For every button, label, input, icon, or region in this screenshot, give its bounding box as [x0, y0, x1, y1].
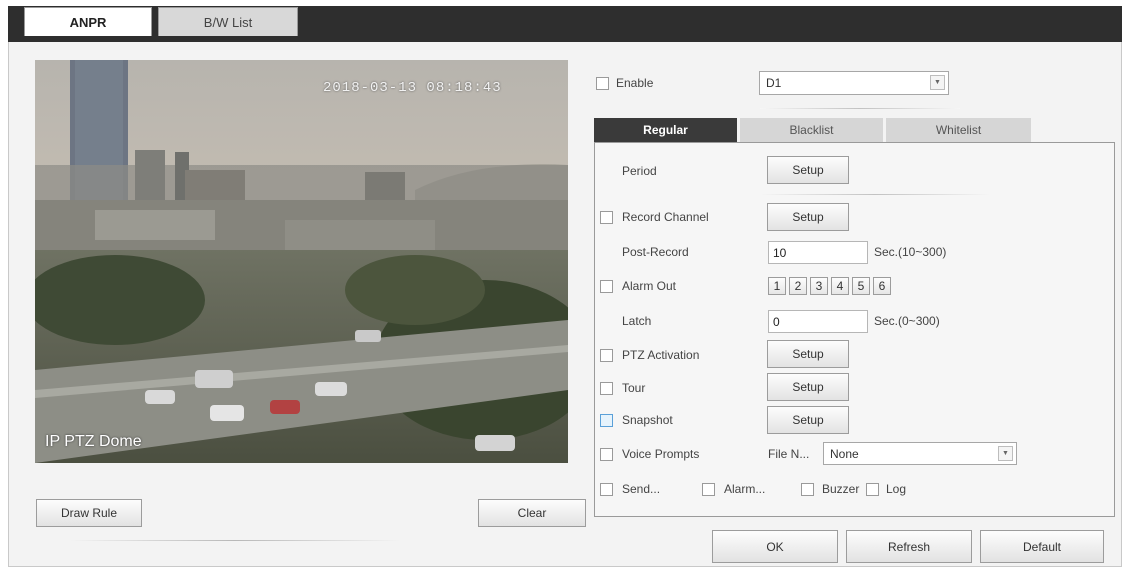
send-label: Send...	[622, 482, 661, 496]
period-label: Period	[622, 164, 657, 178]
enable-checkbox[interactable]	[596, 77, 609, 90]
post-record-input[interactable]: 10	[768, 241, 868, 264]
osd-camera-name: IP PTZ Dome	[45, 433, 142, 450]
alarm-out-label: Alarm Out	[622, 279, 677, 293]
video-frame-image	[35, 60, 568, 463]
enable-label: Enable	[616, 76, 654, 90]
resolution-value: D1	[766, 76, 782, 90]
divider	[760, 194, 990, 195]
send-checkbox[interactable]	[600, 483, 613, 496]
snapshot-checkbox[interactable]	[600, 414, 613, 427]
tab-blacklist[interactable]: Blacklist	[740, 118, 883, 142]
tab-anpr[interactable]: ANPR	[24, 7, 152, 36]
voice-prompts-checkbox[interactable]	[600, 448, 613, 461]
latch-unit: Sec.(0~300)	[874, 314, 940, 328]
resolution-select[interactable]: D1 ▼	[759, 71, 949, 95]
buzzer-checkbox[interactable]	[801, 483, 814, 496]
snapshot-setup-button[interactable]: Setup	[767, 406, 849, 434]
tab-bw-list[interactable]: B/W List	[158, 7, 298, 36]
ptz-activation-setup-button[interactable]: Setup	[767, 340, 849, 368]
record-channel-label: Record Channel	[622, 210, 709, 224]
tab-whitelist[interactable]: Whitelist	[886, 118, 1031, 142]
period-setup-button[interactable]: Setup	[767, 156, 849, 184]
log-label: Log	[886, 482, 907, 496]
chevron-down-icon: ▼	[998, 446, 1013, 461]
post-record-unit: Sec.(10~300)	[874, 245, 947, 259]
tour-setup-button[interactable]: Setup	[767, 373, 849, 401]
refresh-button[interactable]: Refresh	[846, 530, 972, 563]
ok-button[interactable]: OK	[712, 530, 838, 563]
alarm-out-channel-2[interactable]: 2	[789, 277, 807, 295]
voice-prompts-label: Voice Prompts	[622, 447, 700, 461]
snapshot-label: Snapshot	[622, 413, 673, 427]
alarm-out-channel-4[interactable]: 4	[831, 277, 849, 295]
record-channel-setup-button[interactable]: Setup	[767, 203, 849, 231]
log-checkbox[interactable]	[866, 483, 879, 496]
osd-timestamp: 2018-03-13 08:18:43	[323, 80, 502, 96]
tab-regular[interactable]: Regular	[594, 118, 737, 142]
video-preview[interactable]: 2018-03-13 08:18:43 IP PTZ Dome	[35, 60, 568, 463]
post-record-label: Post-Record	[622, 245, 689, 259]
clear-button[interactable]: Clear	[478, 499, 586, 527]
divider	[70, 540, 400, 541]
alarm-out-channel-6[interactable]: 6	[873, 277, 891, 295]
alarm-out-channel-3[interactable]: 3	[810, 277, 828, 295]
default-button[interactable]: Default	[980, 530, 1104, 563]
alarm-upload-checkbox[interactable]	[702, 483, 715, 496]
divider	[760, 108, 960, 109]
voice-file-select[interactable]: None ▼	[823, 442, 1017, 465]
alarm-out-channel-5[interactable]: 5	[852, 277, 870, 295]
ptz-activation-label: PTZ Activation	[622, 348, 700, 362]
tour-checkbox[interactable]	[600, 382, 613, 395]
latch-input[interactable]: 0	[768, 310, 868, 333]
alarm-out-checkbox[interactable]	[600, 280, 613, 293]
draw-rule-button[interactable]: Draw Rule	[36, 499, 142, 527]
alarm-upload-label: Alarm...	[724, 482, 766, 496]
alarm-out-channel-1[interactable]: 1	[768, 277, 786, 295]
latch-label: Latch	[622, 314, 652, 328]
file-name-label: File N...	[768, 447, 810, 461]
ptz-activation-checkbox[interactable]	[600, 349, 613, 362]
tour-label: Tour	[622, 381, 646, 395]
voice-file-value: None	[830, 446, 859, 461]
buzzer-label: Buzzer	[822, 482, 860, 496]
chevron-down-icon: ▼	[930, 75, 945, 90]
record-channel-checkbox[interactable]	[600, 211, 613, 224]
